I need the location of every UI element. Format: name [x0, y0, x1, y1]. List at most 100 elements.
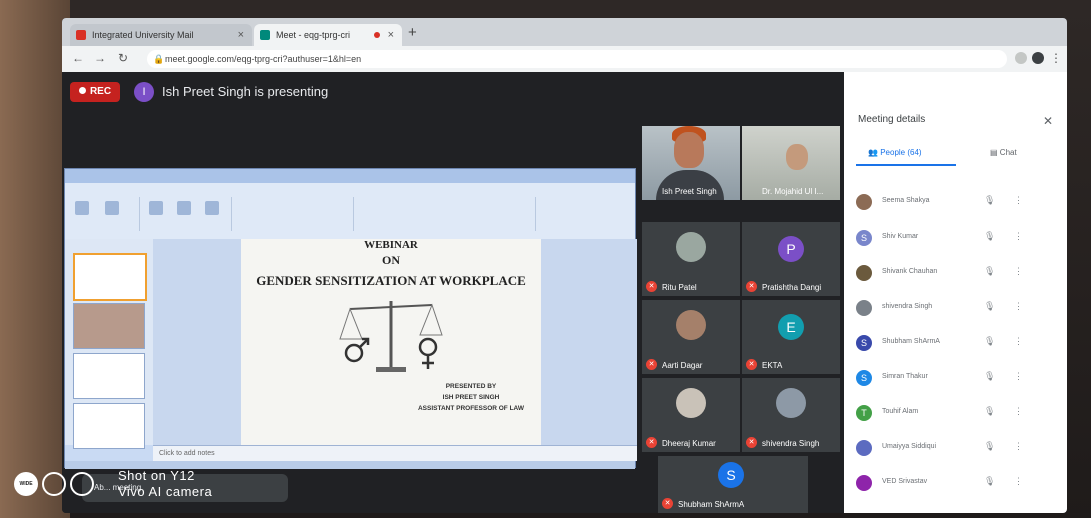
participant-tile[interactable]: ✕ Aarti Dagar — [642, 300, 740, 374]
mic-off-icon: ✕ — [646, 281, 657, 292]
presented-by-label: PRESENTED BY — [445, 383, 497, 390]
participant-name: Touhif Alam — [882, 408, 919, 415]
chat-tab-label: Chat — [999, 148, 1017, 157]
participant-tile[interactable]: P ✕ Pratishtha Dangi — [742, 222, 840, 296]
slide-thumbnail[interactable] — [73, 403, 145, 449]
participant-tile[interactable]: Ish Preet Singh — [642, 126, 740, 200]
browser-tab-meet[interactable]: Meet - eqg-tprg-cri × — [254, 24, 402, 46]
participant-tile[interactable]: E ✕ EKTA — [742, 300, 840, 374]
participant-avatar — [676, 232, 706, 262]
slide-thumbnail[interactable] — [73, 353, 145, 399]
participant-row[interactable]: S Shiv Kumar 🎙 ⋮ — [856, 226, 1056, 252]
slide-webinar-text: WEBINAR — [364, 239, 418, 251]
ribbon-button[interactable] — [75, 201, 89, 215]
participant-avatar: T — [856, 405, 872, 421]
participant-avatar — [856, 475, 872, 491]
address-bar-row: ← → ↻ 🔒 meet.google.com/eqg-tprg-cri?aut… — [62, 46, 1067, 72]
gmail-icon — [76, 30, 86, 40]
url-text: meet.google.com/eqg-tprg-cri?authuser=1&… — [165, 54, 362, 64]
url-field[interactable]: 🔒 meet.google.com/eqg-tprg-cri?authuser=… — [147, 50, 1007, 68]
participant-avatar: S — [856, 335, 872, 351]
participant-tile[interactable]: S ✕ Shubham ShArmA — [658, 456, 808, 513]
close-tab-icon[interactable]: × — [388, 24, 394, 46]
participant-row[interactable]: S Simran Thakur 🎙 ⋮ — [856, 366, 1056, 392]
participant-name: Aarti Dagar — [662, 361, 703, 370]
presenting-banner: Ish Preet Singh is presenting — [162, 84, 329, 99]
mic-off-icon: ✕ — [746, 281, 757, 292]
more-options-icon[interactable]: ⋮ — [1014, 336, 1023, 347]
more-options-icon[interactable]: ⋮ — [1014, 441, 1023, 452]
participant-row[interactable]: Shivank Chauhan 🎙 ⋮ — [856, 261, 1056, 287]
current-slide: WEBINAR ON GENDER SENSITIZATION AT WORKP… — [241, 239, 541, 445]
more-options-icon[interactable]: ⋮ — [1014, 406, 1023, 417]
mic-off-icon: 🎙 — [984, 195, 996, 205]
back-arrow-icon[interactable]: ← — [72, 51, 84, 65]
participant-name: Dheeraj Kumar — [662, 439, 716, 448]
participant-tile[interactable]: Dr. Mojahid Ul I... — [742, 126, 840, 200]
participant-avatar — [856, 440, 872, 456]
mic-off-icon: 🎙 — [984, 336, 996, 346]
participant-name: Simran Thakur — [882, 373, 928, 380]
browser-menu-icon[interactable]: ⋮ — [1050, 51, 1062, 65]
slide-thumbnail-pane — [65, 239, 154, 449]
ribbon-button[interactable] — [149, 201, 163, 215]
participant-name: Ritu Patel — [662, 283, 697, 292]
more-options-icon[interactable]: ⋮ — [1014, 301, 1023, 312]
close-tab-icon[interactable]: × — [238, 24, 244, 46]
more-options-icon[interactable]: ⋮ — [1014, 266, 1023, 277]
people-icon: 👥 — [868, 148, 878, 157]
participant-row[interactable]: Seema Shakya 🎙 ⋮ — [856, 190, 1056, 216]
slide-thumbnail[interactable] — [73, 303, 145, 349]
lock-icon: 🔒 — [153, 54, 165, 64]
ribbon-button[interactable] — [205, 201, 219, 215]
panel-title: Meeting details — [858, 114, 926, 125]
active-tab-indicator — [856, 164, 956, 166]
people-tab-label: People (64) — [880, 148, 922, 157]
participant-tile[interactable]: ✕ Ritu Patel — [642, 222, 740, 296]
more-options-icon[interactable]: ⋮ — [1014, 476, 1023, 487]
participant-row[interactable]: shivendra Singh 🎙 ⋮ — [856, 296, 1056, 322]
star-icon[interactable] — [1015, 52, 1027, 64]
slide-on-text: ON — [382, 253, 400, 267]
profile-avatar[interactable] — [1032, 52, 1044, 64]
mic-off-icon: 🎙 — [984, 231, 996, 241]
participant-tile[interactable]: ✕ Dheeraj Kumar — [642, 378, 740, 452]
presenter-avatar: I — [134, 82, 154, 102]
slide-notes-field[interactable]: Click to add notes — [153, 445, 637, 461]
tab-chat[interactable]: ▤ Chat — [990, 148, 1017, 157]
wide-lens-badge: WIDE — [14, 472, 38, 496]
new-tab-button[interactable]: + — [408, 24, 417, 41]
participant-row[interactable]: Umaiyya Siddiqui 🎙 ⋮ — [856, 436, 1056, 462]
participant-name: shivendra Singh — [882, 303, 933, 310]
more-options-icon[interactable]: ⋮ — [1014, 371, 1023, 382]
participant-avatar — [676, 310, 706, 340]
participant-name: Shubham ShArmA — [678, 500, 745, 509]
presenter-name: ISH PREET SINGH — [442, 394, 500, 401]
participant-row[interactable]: VED Srivastav 🎙 ⋮ — [856, 471, 1056, 497]
tab-label: Meet - eqg-tprg-cri — [276, 30, 351, 40]
slide-presenter-block: PRESENTED BY ISH PREET SINGH ASSISTANT P… — [401, 381, 541, 414]
mic-off-icon: 🎙 — [984, 406, 996, 416]
rec-label: REC — [89, 86, 112, 97]
close-icon[interactable]: ✕ — [1043, 114, 1053, 128]
more-options-icon[interactable]: ⋮ — [1014, 195, 1023, 206]
tab-label: Integrated University Mail — [92, 30, 194, 40]
forward-arrow-icon[interactable]: → — [94, 51, 106, 65]
participant-row[interactable]: S Shubham ShArmA 🎙 ⋮ — [856, 331, 1056, 357]
reload-icon[interactable]: ↻ — [118, 51, 128, 65]
tab-people[interactable]: 👥 People (64) — [868, 148, 922, 157]
ribbon-button[interactable] — [105, 201, 119, 215]
mic-off-icon: ✕ — [746, 359, 757, 370]
laptop-screen: Integrated University Mail × Meet - eqg-… — [62, 18, 1067, 513]
browser-tab-mail[interactable]: Integrated University Mail × — [70, 24, 252, 46]
slide-thumbnail[interactable] — [73, 253, 147, 301]
participant-name: Dr. Mojahid Ul I... — [762, 187, 824, 196]
mic-off-icon: 🎙 — [984, 266, 996, 276]
more-options-icon[interactable]: ⋮ — [1014, 231, 1023, 242]
participant-tile[interactable]: ✕ shivendra Singh — [742, 378, 840, 452]
participant-avatar — [856, 194, 872, 210]
participant-row[interactable]: T Touhif Alam 🎙 ⋮ — [856, 401, 1056, 427]
ribbon-button[interactable] — [177, 201, 191, 215]
ppt-ribbon — [65, 183, 635, 240]
participant-name: Pratishtha Dangi — [762, 283, 822, 292]
